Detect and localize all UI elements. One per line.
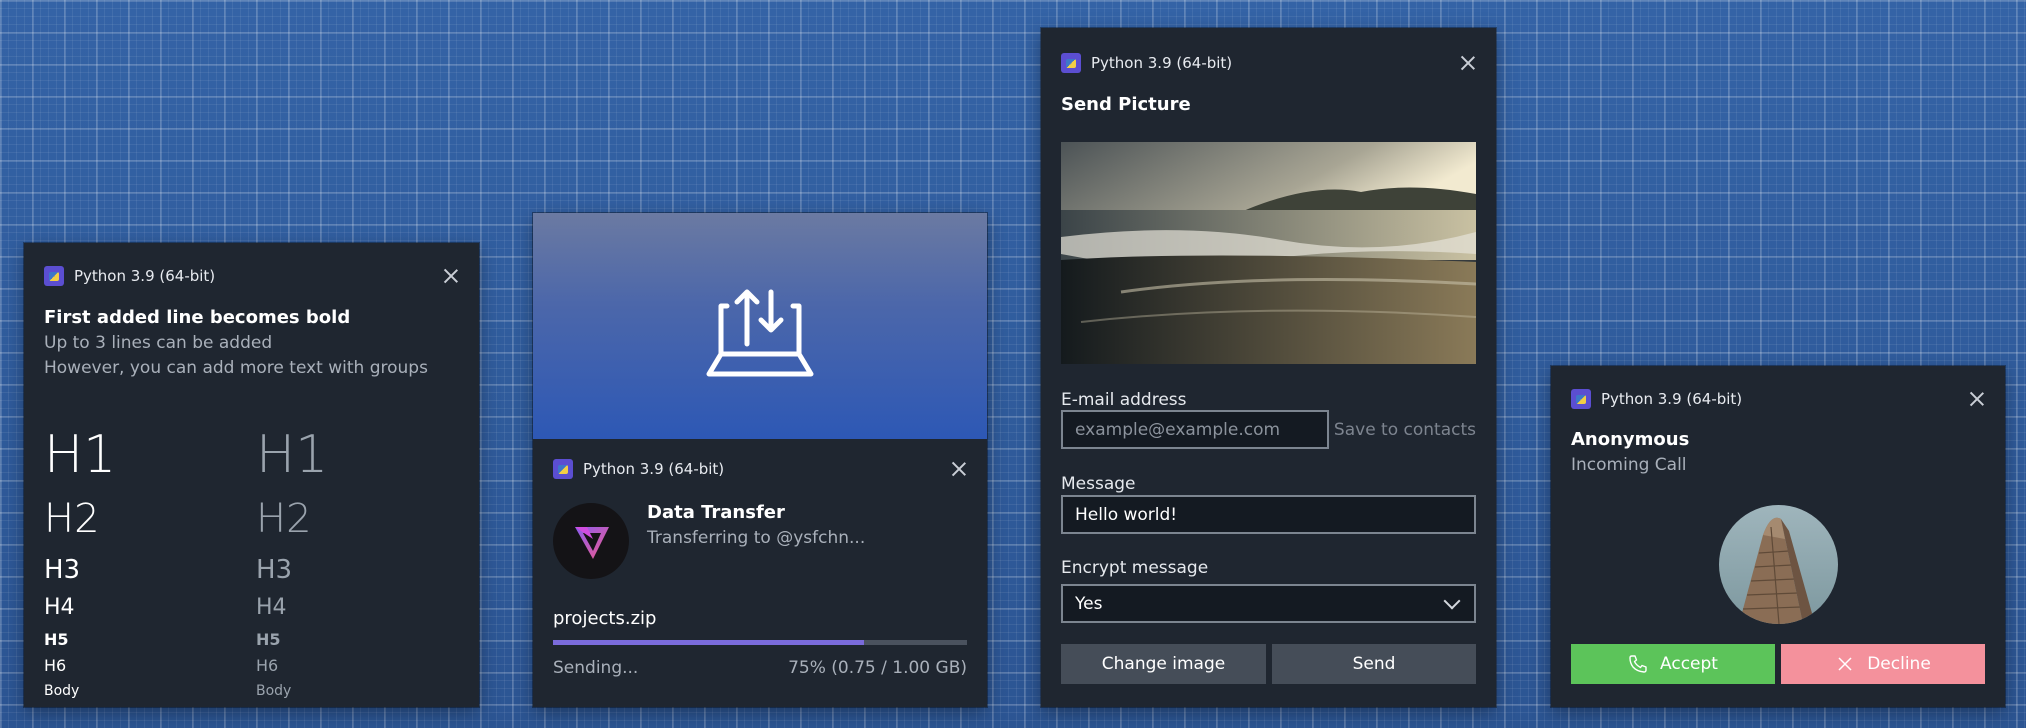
caller-avatar [1719, 505, 1838, 624]
toast-line-3: However, you can add more text with grou… [44, 358, 428, 378]
email-label: E-mail address [1061, 390, 1187, 410]
transfer-subtitle: Transferring to @ysfchn... [647, 528, 866, 548]
progress-status: Sending... [553, 658, 639, 678]
toast-header: Python 3.9 (64-bit) [44, 263, 459, 289]
transfer-title: Data Transfer [647, 502, 785, 523]
toast-title: First added line becomes bold [44, 307, 351, 328]
change-image-button[interactable]: Change image [1061, 644, 1266, 684]
app-name: Python 3.9 (64-bit) [1091, 54, 1233, 72]
python-app-icon [1571, 389, 1591, 409]
send-picture-toast: Python 3.9 (64-bit) Send Picture E-mail … [1041, 28, 1496, 707]
phone-icon [1628, 654, 1648, 674]
incoming-call-toast: Python 3.9 (64-bit) Anonymous Incoming C… [1551, 366, 2005, 707]
encrypt-value: Yes [1075, 593, 1103, 614]
python-app-icon [553, 459, 573, 479]
body-text-subtle: Body [256, 683, 292, 699]
basic-text-toast: Python 3.9 (64-bit) First added line bec… [24, 243, 479, 707]
send-button[interactable]: Send [1272, 644, 1476, 684]
heading-h4-subtle: H4 [256, 595, 287, 620]
heading-h6: H6 [44, 656, 67, 675]
close-icon[interactable] [951, 461, 967, 477]
decline-button[interactable]: Decline [1781, 644, 1985, 684]
python-app-icon [1061, 53, 1081, 73]
heading-h2: H2 [44, 496, 100, 542]
toast-header: Python 3.9 (64-bit) [1571, 386, 1985, 412]
message-value: Hello world! [1075, 504, 1178, 525]
heading-h1-subtle: H1 [256, 425, 329, 485]
close-icon[interactable] [1969, 391, 1985, 407]
app-name: Python 3.9 (64-bit) [74, 267, 216, 285]
building-image [1739, 517, 1815, 624]
logo-icon [575, 527, 609, 559]
accept-label: Accept [1660, 654, 1718, 674]
file-name: projects.zip [553, 608, 657, 629]
heading-group-subtle: H1 H2 H3 H4 H5 H6 Body [256, 423, 328, 703]
heading-group-primary: H1 H2 H3 H4 H5 H6 Body [44, 423, 116, 703]
toast-header: Python 3.9 (64-bit) [1061, 50, 1476, 76]
call-subtitle: Incoming Call [1571, 455, 1687, 475]
laptop-transfer-icon [706, 289, 814, 377]
chevron-down-icon [1443, 592, 1461, 609]
message-input[interactable]: Hello world! [1061, 495, 1476, 534]
data-transfer-toast: Python 3.9 (64-bit) Data Transfer Transf… [533, 213, 987, 707]
close-icon[interactable] [443, 268, 459, 284]
body-text: Body [44, 683, 80, 699]
heading-h1: H1 [44, 425, 117, 485]
app-name: Python 3.9 (64-bit) [583, 460, 725, 478]
decline-label: Decline [1867, 654, 1931, 674]
save-to-contacts-link[interactable]: Save to contacts [1334, 420, 1476, 440]
hero-image [533, 213, 987, 439]
encrypt-label: Encrypt message [1061, 558, 1209, 578]
heading-h3: H3 [44, 555, 81, 585]
heading-h6-subtle: H6 [256, 656, 279, 675]
progress-bar [553, 640, 967, 645]
encrypt-select[interactable]: Yes [1061, 584, 1476, 623]
app-name: Python 3.9 (64-bit) [1601, 390, 1743, 408]
heading-h5-subtle: H5 [256, 630, 281, 649]
close-icon [1835, 654, 1855, 674]
heading-h2-subtle: H2 [256, 496, 312, 542]
message-label: Message [1061, 474, 1136, 494]
progress-value: 75% (0.75 / 1.00 GB) [788, 658, 967, 678]
progress-fill [553, 640, 864, 645]
caller-name: Anonymous [1571, 429, 1690, 450]
python-app-icon [44, 266, 64, 286]
close-icon[interactable] [1460, 55, 1476, 71]
toast-header: Python 3.9 (64-bit) [553, 456, 967, 482]
heading-h3-subtle: H3 [256, 555, 293, 585]
email-input[interactable] [1061, 410, 1329, 449]
toast-title: Send Picture [1061, 94, 1191, 115]
accept-button[interactable]: Accept [1571, 644, 1775, 684]
beach-photo [1061, 142, 1476, 364]
toast-line-2: Up to 3 lines can be added [44, 333, 273, 353]
heading-h5: H5 [44, 630, 69, 649]
app-logo-avatar [553, 503, 629, 579]
heading-h4: H4 [44, 595, 75, 620]
beach-image [1061, 142, 1476, 364]
